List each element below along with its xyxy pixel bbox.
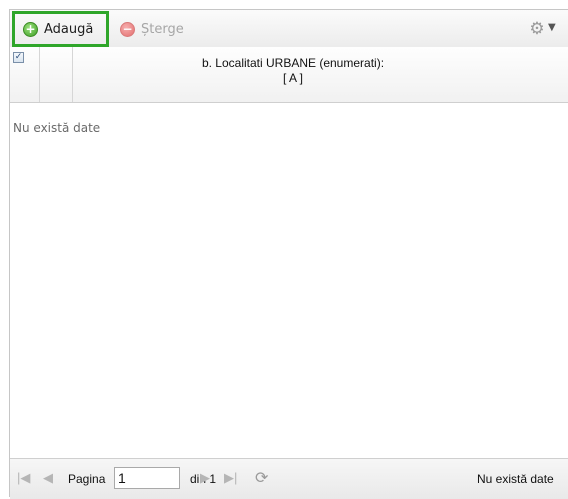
page-number-input[interactable] xyxy=(114,467,180,489)
select-all-checkbox[interactable]: ✓ xyxy=(13,52,24,63)
row-number-header xyxy=(40,47,73,102)
chevron-down-icon[interactable]: ▼ xyxy=(548,22,556,33)
toolbar: + Adaugă − Șterge ⚙ ▼ xyxy=(10,10,568,48)
delete-button-label: Șterge xyxy=(141,21,184,37)
select-all-cell: ✓ xyxy=(10,47,40,102)
page-label: Pagina xyxy=(68,472,106,486)
delete-button[interactable]: − Șterge xyxy=(120,18,184,40)
first-page-icon[interactable]: |◀ xyxy=(17,470,30,486)
column-header-localitati[interactable]: b. Localitati URBANE (enumerati): [ A ] xyxy=(73,47,513,102)
empty-message: Nu există date xyxy=(13,121,101,135)
minus-circle-icon: − xyxy=(120,21,135,37)
prev-page-icon[interactable]: ◀ xyxy=(43,470,53,486)
add-button-label: Adaugă xyxy=(44,21,94,37)
grid-panel: + Adaugă − Șterge ⚙ ▼ ✓ b. Localitati UR… xyxy=(9,9,568,499)
gear-icon[interactable]: ⚙ xyxy=(528,19,546,39)
plus-circle-icon: + xyxy=(23,21,38,37)
grid-header: ✓ b. Localitati URBANE (enumerati): [ A … xyxy=(10,47,568,103)
add-button[interactable]: + Adaugă xyxy=(23,18,93,40)
next-page-icon[interactable]: ▶ xyxy=(200,470,210,486)
column-title-line2: [ A ] xyxy=(282,71,303,85)
column-title-line1: b. Localitati URBANE (enumerati): xyxy=(201,56,385,70)
paging-toolbar: |◀ ◀ Pagina din 1 ▶ ▶| ⟳ Nu există date xyxy=(10,458,568,499)
last-page-icon[interactable]: ▶| xyxy=(224,470,237,486)
refresh-icon[interactable]: ⟳ xyxy=(255,468,268,488)
paging-status: Nu există date xyxy=(477,472,554,486)
